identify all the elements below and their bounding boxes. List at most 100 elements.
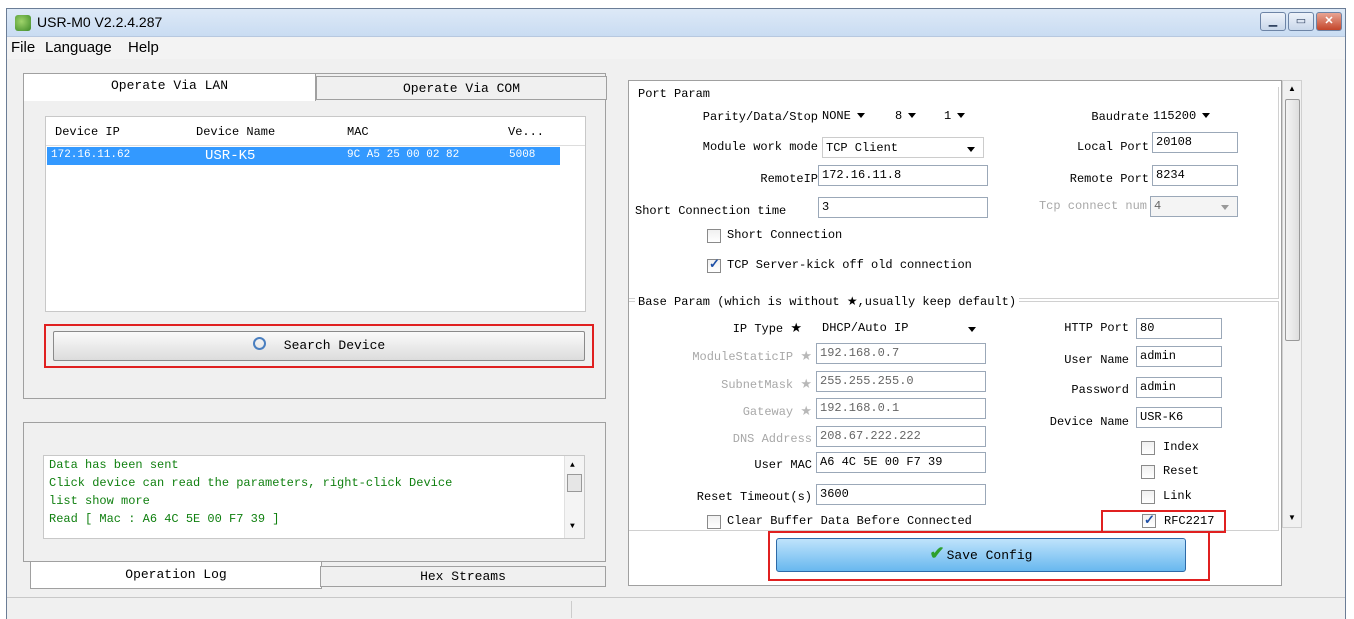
ip-type-select[interactable]: DHCP/Auto IP [818,318,984,339]
short-time-label: Short Connection time [635,204,787,218]
user-mac-label: User MAC [754,458,812,472]
short-connection-checkbox[interactable] [707,229,721,243]
operation-log[interactable]: Data has been sent Click device can read… [43,455,585,539]
search-device-button[interactable]: Search Device [53,331,585,361]
tab-operate-via-com[interactable]: Operate Via COM [316,76,607,100]
tcp-connect-num-label: Tcp connect num [1038,199,1147,213]
tab-operation-log[interactable]: Operation Log [30,562,322,589]
list-header-divider [46,145,585,146]
base-param-title: Base Param (which is without ★,usually k… [635,294,1020,309]
scroll-up-icon[interactable]: ▲ [570,461,575,470]
tcp-kick-label: TCP Server-kick off old connection [727,258,972,272]
device-mac-cell: 9C A5 25 00 02 82 [347,149,460,161]
remote-ip-label: RemoteIP [760,172,818,186]
local-port-input[interactable]: 20108 [1152,132,1238,153]
log-line: Data has been sent [49,458,179,472]
scroll-down-icon[interactable]: ▼ [570,522,575,531]
reset-timeout-input[interactable]: 3600 [816,484,986,505]
minimize-button[interactable]: ▁ [1260,12,1286,31]
subnet-mask-input[interactable]: 255.255.255.0 [816,371,986,392]
column-device-ip[interactable]: Device IP [55,125,120,139]
star-icon: ★ [790,321,802,336]
menu-bar: File Language Help [7,37,1345,59]
search-highlight-box: Search Device [44,324,594,368]
chevron-down-icon [1221,205,1229,210]
subnet-mask-label: SubnetMask ★ [721,377,812,392]
parity-select[interactable]: NONE [822,106,865,127]
menu-language[interactable]: Language [45,39,112,56]
chevron-down-icon [968,327,976,332]
log-line: list show more [49,494,150,508]
gateway-input[interactable]: 192.168.0.1 [816,398,986,419]
scroll-thumb[interactable] [567,474,582,492]
clear-buffer-label: Clear Buffer Data Before Connected [727,514,972,528]
index-checkbox[interactable] [1141,441,1155,455]
static-ip-label: ModuleStaticIP ★ [692,349,812,364]
tcp-kick-checkbox[interactable] [707,257,721,273]
dns-address-input[interactable]: 208.67.222.222 [816,426,986,447]
dns-address-label: DNS Address [732,432,812,446]
user-mac-input[interactable]: A6 4C 5E 00 F7 39 [816,452,986,473]
log-panel: Data has been sent Click device can read… [23,422,606,562]
rfc2217-checkbox[interactable] [1142,512,1156,528]
chevron-down-icon [957,113,966,119]
save-highlight-box: ✔ Save Config [768,531,1210,581]
close-button[interactable]: ✕ [1316,12,1342,31]
chevron-down-icon [1202,113,1211,119]
device-list[interactable]: Device IP Device Name MAC Ve... 172.16.1… [45,116,586,312]
star-icon: ★ [800,349,812,364]
device-row[interactable]: 172.16.11.62 USR-K5 9C A5 25 00 02 82 50… [47,147,560,165]
password-input[interactable]: admin [1136,377,1222,398]
port-param-title: Port Param [635,87,714,101]
column-version[interactable]: Ve... [508,125,544,139]
password-label: Password [1071,383,1129,397]
device-name-cell: USR-K5 [205,148,256,164]
chevron-down-icon [908,113,917,119]
log-line: Click device can read the parameters, ri… [49,476,453,490]
device-version-cell: 5008 [509,149,536,161]
baudrate-select[interactable]: 115200 [1153,106,1211,127]
http-port-label: HTTP Port [1064,321,1129,335]
work-mode-select[interactable]: TCP Client [822,137,984,158]
remote-port-input[interactable]: 8234 [1152,165,1238,186]
save-config-button[interactable]: ✔ Save Config [776,538,1186,572]
short-connection-label: Short Connection [727,228,843,242]
device-name-input[interactable]: USR-K6 [1136,407,1222,428]
rfc2217-highlight-box: RFC2217 [1101,510,1226,533]
maximize-button[interactable]: ▭ [1288,12,1314,31]
baudrate-label: Baudrate [1091,110,1149,124]
menu-file[interactable]: File [11,39,35,56]
log-scrollbar[interactable]: ▲ ▼ [564,456,584,538]
stop-bits-select[interactable]: 1 [944,106,966,127]
data-bits-select[interactable]: 8 [895,106,917,127]
scroll-up-icon[interactable]: ▲ [1288,84,1296,93]
remote-ip-input[interactable]: 172.16.11.8 [818,165,988,186]
device-ip-cell: 172.16.11.62 [51,149,131,161]
short-time-input[interactable]: 3 [818,197,988,218]
star-icon: ★ [800,377,812,392]
http-port-input[interactable]: 80 [1136,318,1222,339]
window-title: USR-M0 V2.2.4.287 [37,14,163,30]
status-divider [571,601,572,618]
parameter-scrollbar[interactable]: ▲ ▼ [1282,80,1302,528]
scroll-thumb[interactable] [1285,99,1300,341]
tab-operate-via-lan[interactable]: Operate Via LAN [23,73,316,101]
chevron-down-icon [967,147,975,152]
remote-port-label: Remote Port [1069,172,1149,186]
clear-buffer-checkbox[interactable] [707,515,721,529]
save-config-label: Save Config [946,548,1033,563]
scroll-down-icon[interactable]: ▼ [1288,513,1296,522]
static-ip-input[interactable]: 192.168.0.7 [816,343,986,364]
search-device-label: Search Device [283,338,386,353]
user-name-label: User Name [1064,353,1129,367]
title-bar: USR-M0 V2.2.4.287 ▁ ▭ ✕ [7,9,1345,37]
column-device-name[interactable]: Device Name [196,125,275,139]
menu-help[interactable]: Help [128,39,159,56]
tab-hex-streams[interactable]: Hex Streams [320,566,606,587]
tcp-connect-num-select[interactable]: 4 [1150,196,1238,217]
reset-checkbox[interactable] [1141,465,1155,479]
link-checkbox[interactable] [1141,490,1155,504]
search-icon [252,337,266,351]
user-name-input[interactable]: admin [1136,346,1222,367]
column-mac[interactable]: MAC [347,125,369,139]
